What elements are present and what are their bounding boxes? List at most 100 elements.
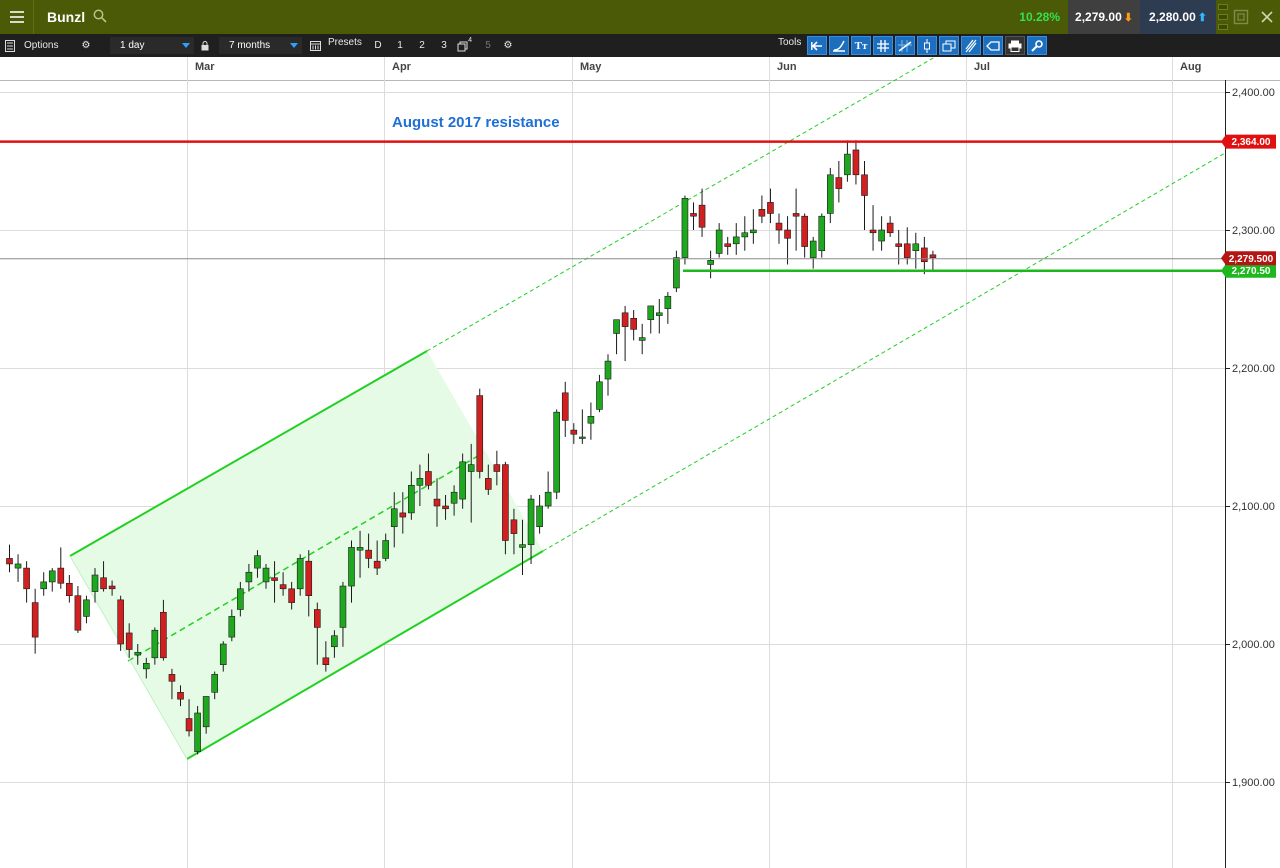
current-price-tag-text: 2,279.500 <box>1229 254 1274 265</box>
candle[interactable] <box>561 381 569 437</box>
grid-icon[interactable] <box>873 36 893 55</box>
preset-2-button[interactable]: 2 <box>413 37 431 54</box>
candle[interactable] <box>715 223 723 258</box>
candle[interactable] <box>775 213 783 244</box>
back-arrow-icon[interactable] <box>807 36 827 55</box>
candle[interactable] <box>869 205 877 251</box>
preset-3-button[interactable]: 3 <box>435 37 453 54</box>
candle[interactable] <box>83 595 90 624</box>
candle-icon[interactable] <box>917 36 937 55</box>
candle[interactable] <box>194 706 201 755</box>
candle[interactable] <box>476 388 484 479</box>
buy-button[interactable]: 2,280.00 ⬆ <box>1140 0 1216 34</box>
candle[interactable] <box>6 544 13 573</box>
candle[interactable] <box>724 236 732 255</box>
candle[interactable] <box>912 232 920 269</box>
candle[interactable] <box>844 140 851 182</box>
tag-icon[interactable] <box>983 36 1003 55</box>
candle[interactable] <box>655 299 663 334</box>
candle[interactable] <box>895 230 903 265</box>
gear-icon[interactable]: ⚙ <box>77 37 95 54</box>
candle[interactable] <box>23 561 30 603</box>
print-icon[interactable] <box>1005 36 1025 55</box>
candle[interactable] <box>929 250 937 272</box>
candle[interactable] <box>14 554 22 582</box>
candle[interactable] <box>664 292 672 324</box>
layout-icon[interactable] <box>1 37 19 54</box>
candle[interactable] <box>40 572 48 596</box>
candle[interactable] <box>604 354 612 396</box>
candle[interactable] <box>630 310 637 341</box>
candlestick-chart[interactable]: Mar Apr May Jun Jul Aug August 2017 resistanc… <box>0 57 1280 868</box>
candle[interactable] <box>732 223 740 255</box>
candle[interactable] <box>117 595 124 651</box>
candle[interactable] <box>66 575 73 603</box>
candle-body <box>784 229 791 239</box>
candle[interactable] <box>707 250 714 279</box>
candle[interactable] <box>861 161 868 230</box>
candle[interactable] <box>852 140 860 185</box>
candle[interactable] <box>536 494 543 534</box>
search-icon[interactable] <box>93 9 107 23</box>
candle[interactable] <box>750 209 757 244</box>
range-dropdown[interactable]: 7 months <box>219 37 302 54</box>
preset-4-button[interactable]: 4 <box>455 37 473 54</box>
candle[interactable] <box>544 471 552 509</box>
candle[interactable] <box>809 236 817 269</box>
resistance-annotation[interactable]: August 2017 resistance <box>392 114 560 131</box>
candle[interactable] <box>621 305 629 362</box>
windows-icon[interactable] <box>939 36 959 55</box>
popout-icon[interactable] <box>1233 9 1249 25</box>
gear-icon[interactable]: ⚙ <box>499 37 517 54</box>
candle-body <box>673 257 680 289</box>
candle[interactable] <box>741 216 749 251</box>
candle[interactable] <box>921 236 928 275</box>
curve-icon[interactable] <box>829 36 849 55</box>
settings-tool-icon[interactable] <box>1027 36 1047 55</box>
candle[interactable] <box>673 250 680 293</box>
lock-icon[interactable] <box>196 37 214 54</box>
candle[interactable] <box>647 305 655 334</box>
close-icon[interactable] <box>1259 9 1275 25</box>
calendar-icon[interactable] <box>306 37 324 54</box>
fork-icon[interactable] <box>961 36 981 55</box>
drag-handle[interactable] <box>1218 0 1228 34</box>
candle[interactable] <box>767 188 774 224</box>
preset-d-button[interactable]: D <box>369 37 387 54</box>
candle[interactable] <box>698 188 706 237</box>
preset-1-button[interactable]: 1 <box>391 37 409 54</box>
candle[interactable] <box>818 213 826 258</box>
text-tool-icon[interactable]: Tт <box>851 36 871 55</box>
candle[interactable] <box>587 402 595 440</box>
candle[interactable] <box>74 586 82 633</box>
options-button[interactable]: Options <box>24 34 58 57</box>
preset-5-button[interactable]: 5 <box>479 37 497 54</box>
candle[interactable] <box>638 323 646 355</box>
candle[interactable] <box>878 216 885 251</box>
candle[interactable] <box>681 195 689 265</box>
candle-body <box>425 471 432 486</box>
candle[interactable] <box>31 588 39 654</box>
candle[interactable] <box>570 423 578 444</box>
candle[interactable] <box>835 161 843 203</box>
sell-button[interactable]: 2,279.00 ⬇ <box>1068 0 1140 34</box>
menu-icon[interactable] <box>0 0 34 34</box>
interval-dropdown[interactable]: 1 day <box>110 37 194 54</box>
candle[interactable] <box>886 216 894 237</box>
candle[interactable] <box>579 409 586 444</box>
candle[interactable] <box>613 319 620 355</box>
candle[interactable] <box>502 461 509 555</box>
candle[interactable] <box>792 188 800 251</box>
candle[interactable] <box>826 167 834 224</box>
candle[interactable] <box>690 202 697 230</box>
price-chart[interactable]: Mar Apr May Jun Jul Aug August 2017 resistanc… <box>0 57 1280 868</box>
candle[interactable] <box>553 409 561 500</box>
instrument-title: Bunzl <box>47 9 86 25</box>
trendline-icon[interactable] <box>895 36 915 55</box>
candle[interactable] <box>784 216 791 265</box>
candle[interactable] <box>758 195 766 224</box>
candle[interactable] <box>57 547 65 589</box>
candle[interactable] <box>48 568 56 592</box>
candle[interactable] <box>801 213 808 258</box>
candle[interactable] <box>596 374 603 413</box>
